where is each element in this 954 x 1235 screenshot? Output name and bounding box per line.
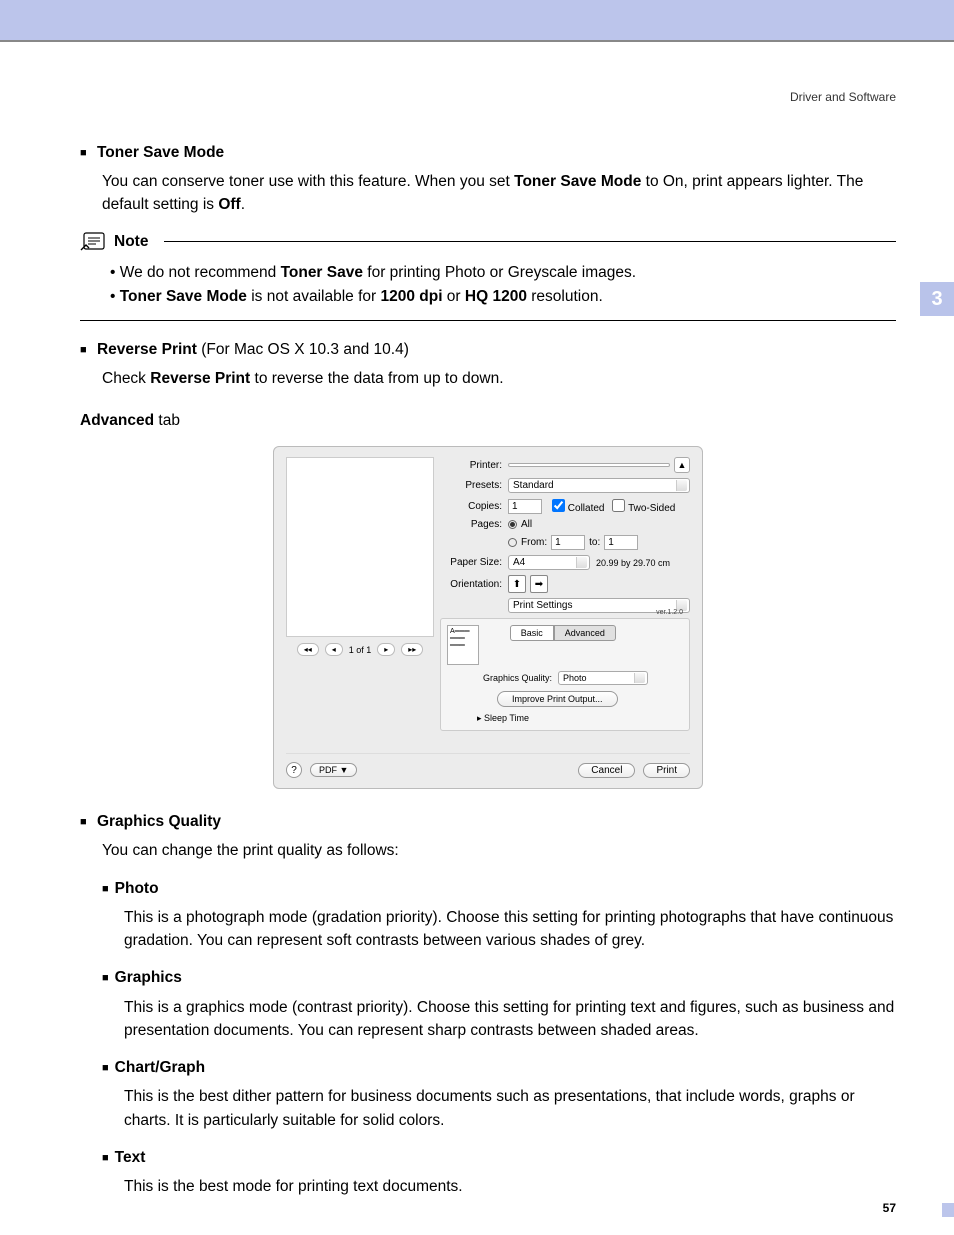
collapse-button[interactable]: ▲ [674,457,690,473]
graphics-quality-heading: Graphics Quality [80,813,896,831]
gq-chart-title: Chart/Graph [102,1056,896,1079]
orientation-portrait-button[interactable]: ⬆ [508,575,526,593]
toner-save-heading: Toner Save Mode [80,144,896,162]
print-button[interactable]: Print [643,763,690,778]
gq-chart-desc: This is the best dither pattern for busi… [124,1085,896,1132]
presets-label: Presets: [444,480,502,491]
pages-to-input[interactable]: 1 [604,535,638,550]
sleep-time-toggle[interactable]: ▸ Sleep Time [477,713,683,724]
papersize-label: Paper Size: [444,557,502,568]
collated-checkbox[interactable] [552,499,565,512]
gq-label: Graphics Quality: [483,673,552,683]
nav-page-indicator: 1 of 1 [349,645,372,655]
note-label: Note [114,233,148,251]
note-bullet-1: We do not recommend Toner Save for print… [110,261,896,286]
orientation-landscape-button[interactable]: ➡ [530,575,548,593]
gq-dropdown[interactable]: Photo [558,671,648,685]
nav-next-button[interactable]: ▸ [377,643,395,656]
pages-all-label: All [521,519,532,530]
printer-dropdown[interactable] [508,463,670,467]
papersize-dropdown[interactable]: A4 [508,555,590,570]
twosided-label: Two-Sided [628,503,675,514]
version-label: ver.1.2.0 [656,609,683,616]
print-dialog: ◂◂ ◂ 1 of 1 ▸ ▸▸ Printer: ▲ [273,446,703,789]
reverse-print-body: Check Reverse Print to reverse the data … [102,367,896,390]
section-header: Driver and Software [790,90,896,104]
tab-basic[interactable]: Basic [510,625,554,641]
footer-accent [942,1203,954,1217]
pages-label: Pages: [444,519,502,530]
note-end-rule [80,320,896,321]
improve-output-button[interactable]: Improve Print Output... [497,691,618,707]
page-thumbnail-icon: A═════════ [447,625,479,665]
nav-prev-button[interactable]: ◂ [325,643,343,656]
collated-label: Collated [568,503,605,514]
pages-range-radio[interactable] [508,538,517,547]
advanced-tab-heading: Advanced tab [80,412,896,430]
printer-label: Printer: [444,460,502,471]
tab-advanced[interactable]: Advanced [554,625,616,641]
nav-last-button[interactable]: ▸▸ [401,643,423,656]
pages-all-radio[interactable] [508,520,517,529]
graphics-quality-intro: You can change the print quality as foll… [102,839,896,862]
note-rule [164,241,896,242]
help-button[interactable]: ? [286,762,302,778]
gq-text-title: Text [102,1146,896,1169]
pdf-button[interactable]: PDF ▼ [310,763,357,777]
note-bullet-2: Toner Save Mode is not available for 120… [110,285,896,310]
toner-save-body: You can conserve toner use with this fea… [102,170,896,217]
note-icon [80,231,108,253]
twosided-checkbox[interactable] [612,499,625,512]
print-settings-panel: ver.1.2.0 A═════════ Basic Advanced Grap… [440,618,690,731]
copies-label: Copies: [444,501,502,512]
pages-from-input[interactable]: 1 [551,535,585,550]
orientation-label: Orientation: [444,579,502,590]
page-number: 57 [883,1201,896,1215]
gq-graphics-desc: This is a graphics mode (contrast priori… [124,996,896,1043]
cancel-button[interactable]: Cancel [578,763,635,778]
gq-text-desc: This is the best mode for printing text … [124,1175,896,1198]
presets-dropdown[interactable]: Standard [508,478,690,493]
gq-photo-title: Photo [102,877,896,900]
preview-pane [286,457,434,637]
reverse-print-heading: Reverse Print (For Mac OS X 10.3 and 10.… [80,341,896,359]
papersize-dim: 20.99 by 29.70 cm [596,558,670,568]
gq-photo-desc: This is a photograph mode (gradation pri… [124,906,896,953]
pages-from-label: From: [521,537,547,548]
pages-to-label: to: [589,537,600,548]
gq-graphics-title: Graphics [102,966,896,989]
top-accent-bar [0,0,954,42]
nav-first-button[interactable]: ◂◂ [297,643,319,656]
copies-input[interactable]: 1 [508,499,542,514]
